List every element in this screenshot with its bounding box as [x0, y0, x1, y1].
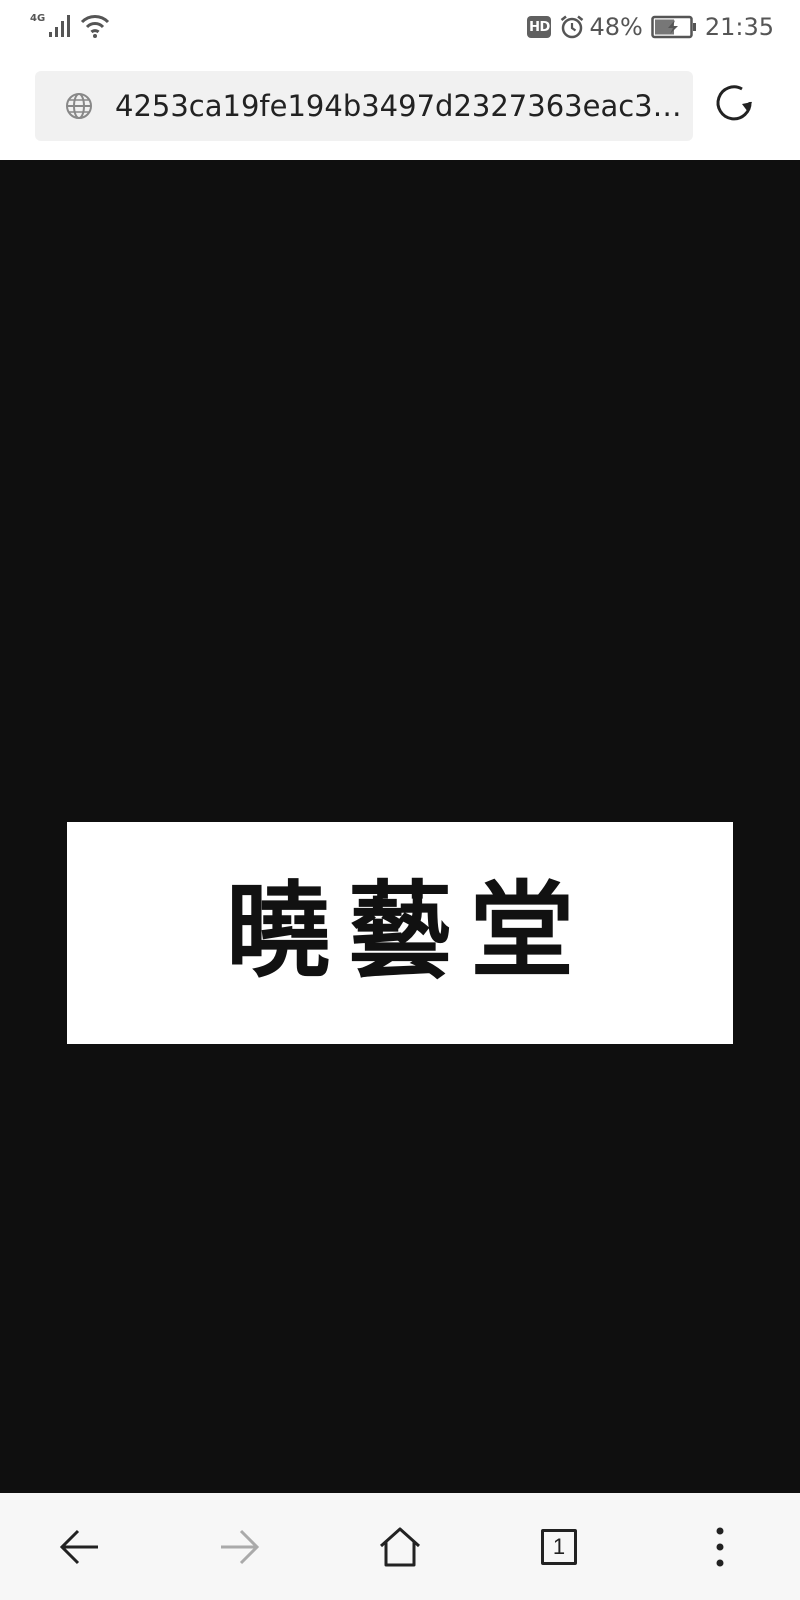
- alarm-icon: [561, 15, 584, 39]
- back-button[interactable]: [48, 1515, 112, 1579]
- globe-icon: [66, 93, 92, 119]
- forward-button[interactable]: [207, 1515, 271, 1579]
- url-field[interactable]: 4253ca19fe194b3497d2327363eac379...: [35, 71, 693, 141]
- back-arrow-icon: [59, 1529, 98, 1565]
- forward-arrow-icon: [221, 1529, 260, 1565]
- status-left: 4G: [30, 12, 111, 38]
- status-right: HD 48% 21:35: [527, 12, 774, 42]
- status-bar: 4G HD 48% 21:35: [0, 0, 800, 54]
- tabs-icon: 1: [541, 1529, 577, 1565]
- signal-icon: [49, 15, 71, 37]
- reload-icon[interactable]: [714, 82, 758, 126]
- tabs-button[interactable]: 1: [527, 1515, 591, 1579]
- bottom-nav-bar: 1: [0, 1493, 800, 1600]
- url-text: 4253ca19fe194b3497d2327363eac379...: [115, 89, 685, 123]
- logo-card: 曉藝堂: [67, 822, 733, 1044]
- web-content: 曉藝堂: [0, 160, 800, 1493]
- wifi-icon: [81, 15, 110, 38]
- more-menu-button[interactable]: [688, 1515, 752, 1579]
- battery-charging-icon: [651, 15, 696, 39]
- home-icon: [379, 1527, 421, 1567]
- battery-percent: 48%: [589, 13, 643, 41]
- address-bar: 4253ca19fe194b3497d2327363eac379...: [0, 54, 800, 160]
- clock-time: 21:35: [704, 13, 774, 41]
- hd-badge: HD: [527, 16, 552, 38]
- network-type: 4G: [30, 13, 46, 24]
- logo-text: 曉藝堂: [225, 868, 592, 992]
- home-button[interactable]: [368, 1515, 432, 1579]
- more-vertical-icon: [716, 1527, 724, 1567]
